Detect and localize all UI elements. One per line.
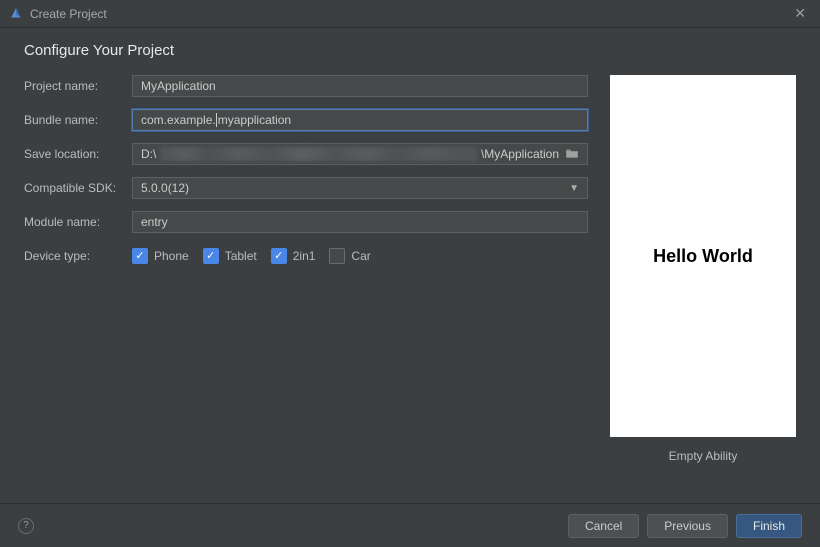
browse-folder-icon[interactable]	[565, 147, 579, 162]
previous-button[interactable]: Previous	[647, 514, 728, 538]
module-name-label: Module name:	[24, 215, 132, 229]
app-icon	[8, 6, 24, 22]
device-type-label: Device type:	[24, 249, 132, 263]
save-location-label: Save location:	[24, 147, 132, 161]
bundle-name-input[interactable]: com.example.myapplication	[132, 109, 588, 131]
titlebar: Create Project ✕	[0, 0, 820, 28]
project-name-input[interactable]: MyApplication	[132, 75, 588, 97]
save-location-input[interactable]: D:\ \MyApplication	[132, 143, 588, 165]
check-icon: ✓	[135, 251, 144, 262]
module-name-input[interactable]: entry	[132, 211, 588, 233]
checkbox-box	[329, 248, 345, 264]
checkbox-box: ✓	[271, 248, 287, 264]
check-icon: ✓	[274, 251, 283, 262]
device-type-group: ✓ Phone ✓ Tablet ✓ 2in1 Car	[132, 248, 371, 264]
chevron-down-icon: ▼	[569, 183, 579, 194]
cancel-button[interactable]: Cancel	[568, 514, 639, 538]
project-name-label: Project name:	[24, 79, 132, 93]
device-tablet-checkbox[interactable]: ✓ Tablet	[203, 248, 257, 264]
preview-column: Hello World Empty Ability	[610, 75, 796, 463]
footer: ? Cancel Previous Finish	[0, 503, 820, 547]
bundle-name-label: Bundle name:	[24, 113, 132, 127]
preview-canvas: Hello World	[610, 75, 796, 437]
window-title: Create Project	[30, 7, 788, 21]
page-title: Configure Your Project	[24, 42, 796, 59]
compatible-sdk-label: Compatible SDK:	[24, 181, 132, 195]
help-icon[interactable]: ?	[18, 518, 34, 534]
preview-text: Hello World	[653, 246, 753, 267]
checkbox-box: ✓	[203, 248, 219, 264]
checkbox-box: ✓	[132, 248, 148, 264]
preview-caption: Empty Ability	[669, 449, 738, 463]
compatible-sdk-select[interactable]: 5.0.0(12) ▼	[132, 177, 588, 199]
device-2in1-checkbox[interactable]: ✓ 2in1	[271, 248, 316, 264]
device-car-checkbox[interactable]: Car	[329, 248, 370, 264]
device-phone-checkbox[interactable]: ✓ Phone	[132, 248, 189, 264]
form-column: Project name: MyApplication Bundle name:…	[24, 75, 588, 463]
obscured-path	[160, 147, 477, 161]
check-icon: ✓	[206, 251, 215, 262]
finish-button[interactable]: Finish	[736, 514, 802, 538]
close-button[interactable]: ✕	[788, 3, 812, 24]
